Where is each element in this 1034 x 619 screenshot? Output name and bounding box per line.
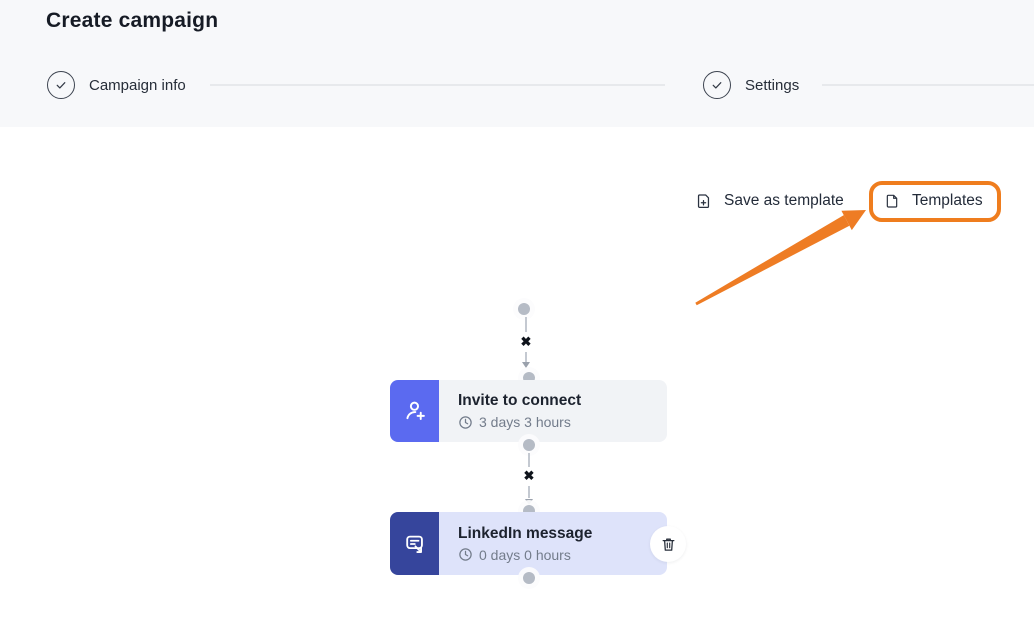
header-section: Create campaign Campaign info Settings (0, 0, 1034, 127)
connector-line (528, 453, 530, 467)
invite-node-title: Invite to connect (458, 392, 667, 410)
connector-line (528, 486, 530, 498)
invite-node-body: Invite to connect 3 days 3 hours (439, 380, 667, 442)
linkedin-node-icon-block (390, 512, 439, 575)
check-icon (710, 78, 724, 92)
step-settings-check-circle[interactable] (703, 71, 731, 99)
stepper-divider (822, 84, 1034, 86)
step-settings-label[interactable]: Settings (745, 77, 799, 94)
linkedin-node-delay-text: 0 days 0 hours (479, 547, 571, 563)
step-campaign-info-check-circle[interactable] (47, 71, 75, 99)
invite-node-delay-text: 3 days 3 hours (479, 414, 571, 430)
detach-x-icon[interactable]: ✖ (520, 469, 538, 483)
save-as-template-button[interactable]: Save as template (695, 190, 844, 212)
clock-icon (458, 547, 473, 562)
invite-to-connect-node[interactable]: Invite to connect 3 days 3 hours (390, 380, 667, 442)
detach-x-icon[interactable]: ✖ (517, 335, 535, 349)
invite-node-icon-block (390, 380, 439, 442)
linkedin-node-delay: 0 days 0 hours (458, 547, 667, 563)
file-icon (884, 192, 900, 210)
delete-node-button[interactable] (650, 526, 686, 562)
message-share-icon (402, 531, 428, 557)
file-plus-icon (695, 192, 712, 210)
save-as-template-label: Save as template (724, 192, 844, 210)
stepper-divider (210, 84, 665, 86)
user-plus-icon (402, 398, 428, 424)
connector-dot[interactable] (523, 439, 535, 451)
clock-icon (458, 415, 473, 430)
invite-node-delay: 3 days 3 hours (458, 414, 667, 430)
connector-line (525, 317, 527, 332)
linkedin-node-body: LinkedIn message 0 days 0 hours (439, 512, 667, 575)
templates-button[interactable]: Templates (884, 190, 983, 212)
trash-icon (660, 536, 677, 553)
check-icon (54, 78, 68, 92)
connector-dot[interactable] (523, 572, 535, 584)
connector-line (525, 352, 527, 362)
connector-dot[interactable] (518, 303, 530, 315)
connector-arrowhead-icon (522, 362, 530, 368)
linkedin-node-title: LinkedIn message (458, 525, 667, 543)
templates-label: Templates (912, 192, 983, 210)
linkedin-message-node[interactable]: LinkedIn message 0 days 0 hours (390, 512, 667, 575)
page-title: Create campaign (46, 9, 218, 33)
step-campaign-info-label[interactable]: Campaign info (89, 77, 186, 94)
